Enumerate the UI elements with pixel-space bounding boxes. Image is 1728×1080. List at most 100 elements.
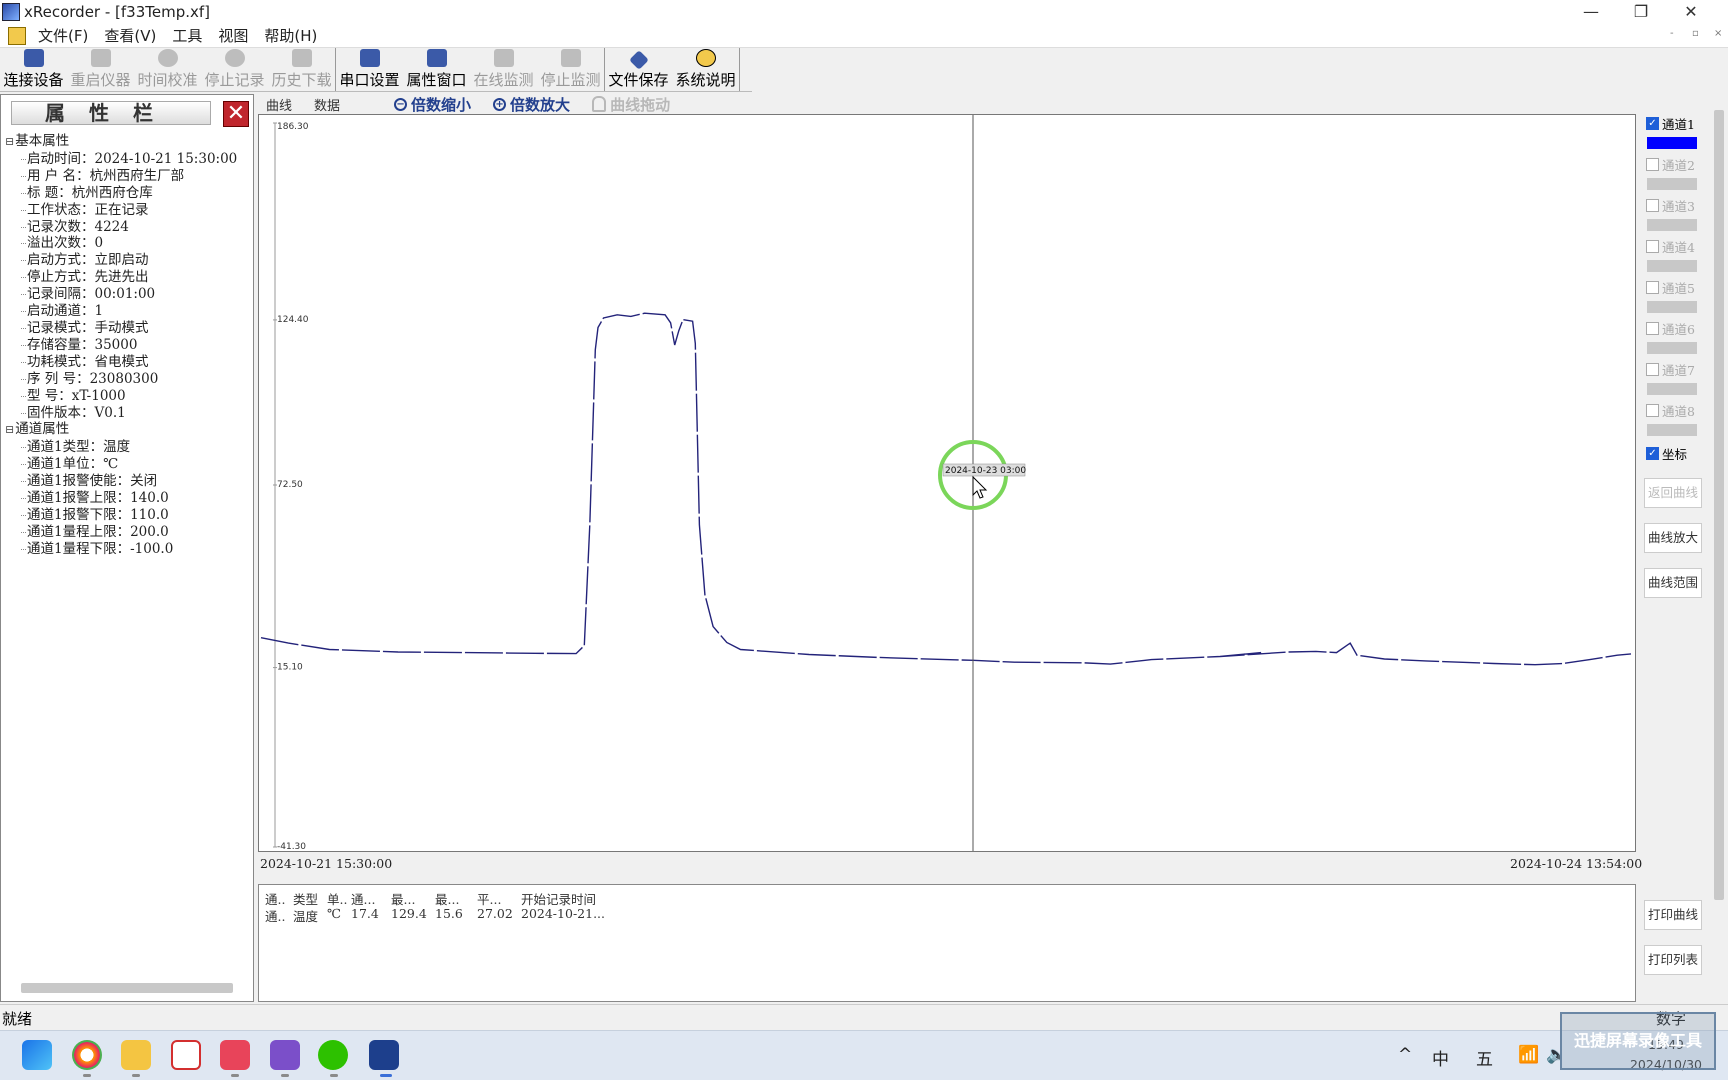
mdi-restore-button[interactable]: ▫ — [1692, 28, 1699, 39]
channel-label: 通道7 — [1662, 363, 1695, 378]
channel-checkbox[interactable] — [1646, 322, 1659, 335]
connect-device-button[interactable]: 连接设备 — [0, 48, 67, 92]
menu-file[interactable]: 文件(F) — [30, 25, 96, 46]
property-panel-close-button[interactable]: ✕ — [223, 101, 249, 127]
tree-group[interactable]: 基本属性 — [5, 133, 253, 151]
channel-2[interactable]: 通道2 — [1646, 155, 1706, 190]
channel-checkbox[interactable] — [1646, 281, 1659, 294]
tree-item: 用 户 名：杭州西府生厂部 — [5, 168, 253, 185]
stop-record-button[interactable]: 停止记录 — [201, 48, 268, 92]
column-header: 平... — [477, 892, 502, 907]
running-indicator — [231, 1074, 239, 1077]
menu-view[interactable]: 查看(V) — [96, 25, 164, 46]
history-download-button[interactable]: 历史下载 — [268, 48, 335, 92]
serial-settings-button[interactable]: 串口设置 — [336, 48, 403, 92]
restore-button[interactable]: ❐ — [1616, 0, 1666, 24]
toolbar: 连接设备 重启仪器 时间校准 停止记录 历史下载 串口设置 属性窗口 在线监测 … — [0, 48, 752, 92]
connect-icon — [23, 49, 44, 67]
channel-label: 通道4 — [1662, 240, 1695, 255]
curve-range-button[interactable]: 曲线范围 — [1644, 568, 1702, 598]
tree-item: 存储容量：35000 — [5, 337, 253, 354]
zoom-in-button[interactable]: + 倍数放大 — [493, 94, 570, 115]
ime-wubi-indicator[interactable]: 五 — [1476, 1045, 1493, 1070]
online-monitor-button[interactable]: 在线监测 — [470, 48, 537, 92]
visual-studio-icon[interactable] — [270, 1040, 300, 1070]
tree-group[interactable]: 通道属性 — [5, 421, 253, 439]
channel-checkbox[interactable] — [1646, 404, 1659, 417]
curve-drag-button[interactable]: 曲线拖动 — [592, 94, 670, 115]
back-to-curve-button[interactable]: 返回曲线 — [1644, 478, 1702, 508]
channel-checkbox[interactable] — [1646, 199, 1659, 212]
curve-plot[interactable]: 186.30 124.40 72.50 15.10 -41.30 2024-10-23 0… — [258, 114, 1636, 852]
print-list-button[interactable]: 打印列表 — [1644, 945, 1702, 975]
property-panel-title: 属性栏 — [11, 101, 211, 125]
channel-color-swatch — [1647, 260, 1697, 272]
vertical-scrollbar[interactable] — [1714, 110, 1724, 900]
channel-8[interactable]: 通道8 — [1646, 401, 1706, 436]
close-button[interactable]: ✕ — [1666, 0, 1716, 24]
menu-help[interactable]: 帮助(H) — [256, 25, 325, 46]
wps-icon[interactable] — [171, 1040, 201, 1070]
x-end-label: 2024-10-24 13:54:00 — [1510, 856, 1643, 871]
toolbar-group-settings: 串口设置 属性窗口 在线监测 停止监测 — [336, 48, 605, 91]
table-cell: 129.4 — [391, 906, 427, 921]
tree-item: 通道1报警上限：140.0 — [5, 490, 253, 507]
channel-4[interactable]: 通道4 — [1646, 237, 1706, 272]
browser-icon[interactable] — [72, 1040, 102, 1070]
property-panel-scrollbar[interactable] — [21, 983, 233, 993]
menu-tools[interactable]: 工具 — [164, 25, 210, 46]
wifi-icon[interactable]: 📶 — [1518, 1045, 1539, 1065]
file-save-button[interactable]: 文件保存 — [605, 48, 672, 92]
pdf-app-icon[interactable] — [220, 1040, 250, 1070]
table-row[interactable]: 通.. 温度 ℃ 17.4 129.4 15.6 27.02 2024-10-21... — [265, 906, 631, 924]
xrecorder-taskbar-icon[interactable] — [369, 1040, 399, 1070]
channel-7[interactable]: 通道7 — [1646, 360, 1706, 395]
chart-svg: 186.30 124.40 72.50 15.10 -41.30 2024-10-23 0… — [260, 115, 1632, 851]
channel-1[interactable]: ✓ 通道1 — [1646, 114, 1706, 149]
clock-icon — [157, 49, 178, 67]
channel-checkbox[interactable]: ✓ — [1646, 117, 1659, 130]
channel-5[interactable]: 通道5 — [1646, 278, 1706, 313]
tab-curve[interactable]: 曲线 — [258, 95, 306, 114]
wechat-icon[interactable] — [318, 1040, 348, 1070]
system-help-button[interactable]: 系统说明 — [672, 48, 739, 92]
mdi-close-button[interactable]: × — [1714, 28, 1722, 39]
channel-color-swatch — [1647, 342, 1697, 354]
save-icon — [628, 50, 649, 70]
stats-table-grid: 通.. 类型 单.. 通... 最... 最... 平... 开始记录时间 通.. 温度 ℃ 17.4… — [265, 889, 631, 924]
zoom-out-button[interactable]: − 倍数缩小 — [394, 94, 471, 115]
column-header: 单.. — [327, 892, 348, 907]
ime-chinese-indicator[interactable]: 中 — [1432, 1045, 1449, 1070]
column-header: 最... — [391, 892, 416, 907]
hand-icon — [592, 96, 607, 112]
restart-device-button[interactable]: 重启仪器 — [67, 48, 134, 92]
channel-3[interactable]: 通道3 — [1646, 196, 1706, 231]
channel-checkbox[interactable] — [1646, 363, 1659, 376]
curve-zoom-button[interactable]: 曲线放大 — [1644, 523, 1702, 553]
channel-checkbox[interactable] — [1646, 158, 1659, 171]
axis-checkbox[interactable]: ✓ — [1646, 447, 1659, 460]
tree-item: 启动方式：立即启动 — [5, 252, 253, 269]
tray-expand-icon[interactable]: ^ — [1398, 1045, 1412, 1065]
channel-label: 通道6 — [1662, 322, 1695, 337]
axis-toggle[interactable]: ✓ 坐标 — [1646, 444, 1706, 463]
zoom-in-icon: + — [493, 97, 507, 111]
menu-window[interactable]: 视图 — [210, 25, 256, 46]
print-curve-button[interactable]: 打印曲线 — [1644, 900, 1702, 930]
restart-icon — [90, 49, 111, 67]
stop-monitor-button[interactable]: 停止监测 — [537, 48, 604, 92]
time-sync-button[interactable]: 时间校准 — [134, 48, 201, 92]
channel-checkbox[interactable] — [1646, 240, 1659, 253]
channel-panel: ✓ 通道1 通道2 通道3 通道4 通道5 通道6 通道7 通道8 ✓ 坐标返回曲线曲线放大曲线范围… — [1640, 114, 1712, 1002]
tab-data[interactable]: 数据 — [306, 95, 354, 114]
property-window-button[interactable]: 属性窗口 — [403, 48, 470, 92]
download-icon — [291, 49, 312, 67]
table-cell: 2024-10-21... — [521, 906, 605, 921]
minimize-button[interactable]: — — [1566, 0, 1616, 24]
x-start-label: 2024-10-21 15:30:00 — [260, 856, 393, 871]
file-explorer-icon[interactable] — [121, 1040, 151, 1070]
start-icon[interactable] — [22, 1040, 52, 1070]
column-header: 开始记录时间 — [521, 892, 597, 907]
channel-6[interactable]: 通道6 — [1646, 319, 1706, 354]
mdi-minimize-button[interactable]: - — [1670, 28, 1674, 39]
